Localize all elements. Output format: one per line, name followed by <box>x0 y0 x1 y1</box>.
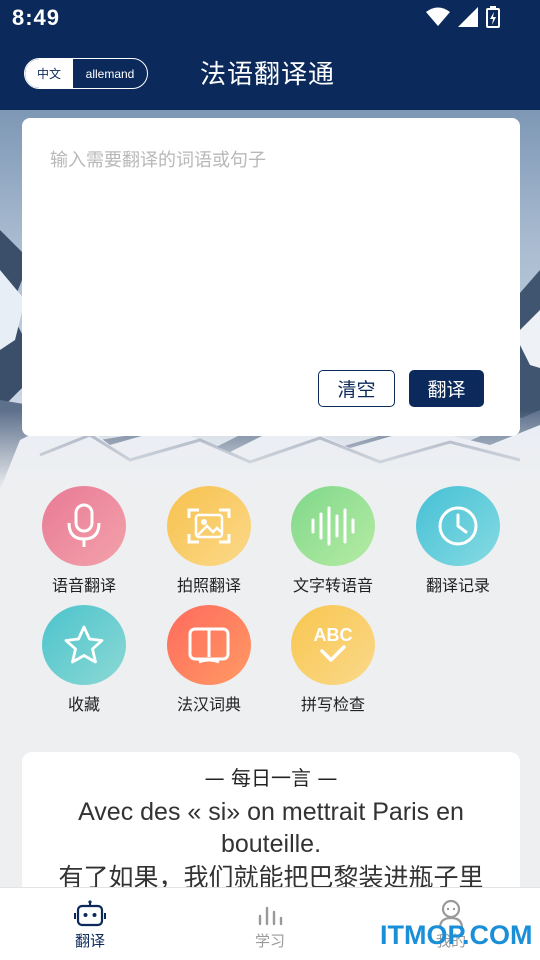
feature-favorites[interactable]: 收藏 <box>24 605 144 715</box>
sound-wave-icon <box>311 506 355 546</box>
feature-label: 拍照翻译 <box>176 576 241 595</box>
language-option-french[interactable]: allemand <box>73 59 147 88</box>
photo-scan-icon <box>187 508 231 544</box>
translate-button[interactable]: 翻译 <box>409 370 484 407</box>
abc-check-icon: ABC <box>314 625 353 662</box>
translation-input-card: 清空 翻译 <box>22 118 520 436</box>
feature-dictionary[interactable]: 法汉词典 <box>149 605 269 715</box>
feature-circle <box>42 486 126 566</box>
feature-circle <box>167 605 251 685</box>
feature-circle <box>42 605 126 685</box>
feature-circle: ABC <box>291 605 375 685</box>
clock-icon <box>438 506 478 546</box>
translation-input[interactable] <box>50 146 490 346</box>
app-header: 中文 allemand 法语翻译通 <box>0 36 540 110</box>
book-icon <box>188 627 230 664</box>
feature-text-to-speech[interactable]: 文字转语音 <box>273 486 393 596</box>
language-toggle[interactable]: 中文 allemand <box>24 58 148 89</box>
nav-tab-translate[interactable]: 翻译 <box>30 888 150 960</box>
battery-charging-icon <box>486 6 500 28</box>
star-icon <box>64 625 104 664</box>
watermark-text: ITMOP.COM <box>380 920 533 950</box>
feature-label: 语音翻译 <box>51 576 116 595</box>
nav-tab-study[interactable]: 学习 <box>210 888 330 960</box>
feature-label: 文字转语音 <box>292 576 373 595</box>
feature-label: 法汉词典 <box>176 695 241 714</box>
signal-icon <box>458 7 478 27</box>
status-time: 8:49 <box>12 5 61 30</box>
daily-quote-french: Avec des « si» on mettrait Paris en bout… <box>78 798 464 858</box>
daily-quote-title: — 每日一言 — <box>204 766 338 790</box>
app-title: 法语翻译通 <box>200 60 336 90</box>
feature-label: 翻译记录 <box>425 576 490 595</box>
status-bar: 8:49 <box>0 0 540 36</box>
feature-spell-check[interactable]: ABC 拼写检查 <box>273 605 393 715</box>
feature-translation-history[interactable]: 翻译记录 <box>398 486 518 596</box>
feature-circle <box>291 486 375 566</box>
bar-chart-icon <box>258 906 283 926</box>
feature-circle <box>167 486 251 566</box>
nav-label: 翻译 <box>74 932 105 950</box>
clear-button[interactable]: 清空 <box>318 370 395 407</box>
daily-quote-card: — 每日一言 — Avec des « si» on mettrait Pari… <box>22 752 520 902</box>
nav-label: 学习 <box>254 932 285 950</box>
status-icons <box>426 6 500 28</box>
feature-voice-translate[interactable]: 语音翻译 <box>24 486 144 596</box>
feature-label: 收藏 <box>67 695 100 714</box>
svg-text:ABC: ABC <box>314 625 353 645</box>
wifi-icon <box>426 7 450 26</box>
language-option-chinese[interactable]: 中文 <box>25 59 73 88</box>
feature-circle <box>416 486 500 566</box>
feature-label: 拼写检查 <box>300 695 365 714</box>
microphone-icon <box>67 503 101 547</box>
robot-icon <box>74 900 106 927</box>
feature-photo-translate[interactable]: 拍照翻译 <box>149 486 269 596</box>
